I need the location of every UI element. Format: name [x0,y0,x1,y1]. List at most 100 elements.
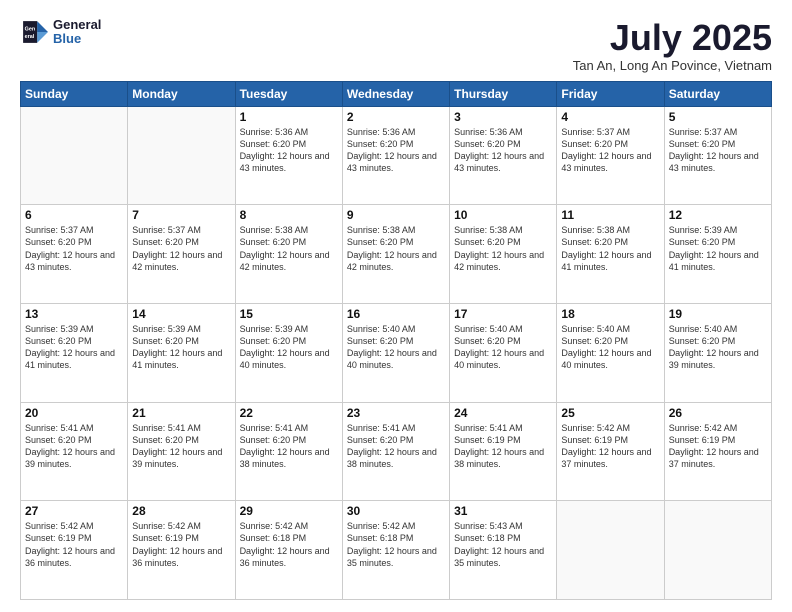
calendar-day-cell: 28 Sunrise: 5:42 AM Sunset: 6:19 PM Dayli… [128,501,235,600]
calendar-day-cell: 26 Sunrise: 5:42 AM Sunset: 6:19 PM Dayli… [664,402,771,501]
calendar-day-cell: 20Sunrise: 5:41 AM Sunset: 6:20 PM Dayli… [21,402,128,501]
day-number: 3 [454,110,552,124]
calendar-day-cell [664,501,771,600]
day-info: Sunrise: 5:39 AM Sunset: 6:20 PM Dayligh… [132,323,230,372]
calendar-day-header: Sunday [21,81,128,106]
day-info: Sunrise: 5:40 AM Sunset: 6:20 PM Dayligh… [454,323,552,372]
day-number: 1 [240,110,338,124]
day-number: 11 [561,208,659,222]
day-number: 25 [561,406,659,420]
calendar-body: 1 Sunrise: 5:36 AM Sunset: 6:20 PM Daylig… [21,106,772,599]
calendar-day-cell: 10Sunrise: 5:38 AM Sunset: 6:20 PM Dayli… [450,205,557,304]
calendar-day-cell: 7 Sunrise: 5:37 AM Sunset: 6:20 PM Daylig… [128,205,235,304]
calendar-day-cell: 31 Sunrise: 5:43 AM Sunset: 6:18 PM Dayli… [450,501,557,600]
day-number: 27 [25,504,123,518]
calendar-day-cell: 15 Sunrise: 5:39 AM Sunset: 6:20 PM Dayli… [235,303,342,402]
day-number: 20 [25,406,123,420]
logo-line2: Blue [53,32,101,46]
calendar-day-header: Wednesday [342,81,449,106]
day-info: Sunrise: 5:42 AM Sunset: 6:19 PM Dayligh… [25,520,123,569]
calendar-day-cell: 21Sunrise: 5:41 AM Sunset: 6:20 PM Dayli… [128,402,235,501]
day-info: Sunrise: 5:42 AM Sunset: 6:19 PM Dayligh… [669,422,767,471]
calendar-header: SundayMondayTuesdayWednesdayThursdayFrid… [21,81,772,106]
page: Gen eral General Blue July 2025 Tan An, … [0,0,792,612]
calendar-week-row: 6 Sunrise: 5:37 AM Sunset: 6:20 PM Daylig… [21,205,772,304]
day-info: Sunrise: 5:39 AM Sunset: 6:20 PM Dayligh… [25,323,123,372]
day-number: 19 [669,307,767,321]
calendar-day-cell: 12Sunrise: 5:39 AM Sunset: 6:20 PM Dayli… [664,205,771,304]
page-subtitle: Tan An, Long An Povince, Vietnam [573,58,772,73]
day-info: Sunrise: 5:41 AM Sunset: 6:20 PM Dayligh… [240,422,338,471]
calendar-day-cell: 14 Sunrise: 5:39 AM Sunset: 6:20 PM Dayli… [128,303,235,402]
calendar-day-cell: 30Sunrise: 5:42 AM Sunset: 6:18 PM Dayli… [342,501,449,600]
page-title: July 2025 [573,18,772,58]
calendar-day-cell: 8Sunrise: 5:38 AM Sunset: 6:20 PM Daylig… [235,205,342,304]
day-number: 23 [347,406,445,420]
day-number: 22 [240,406,338,420]
day-info: Sunrise: 5:43 AM Sunset: 6:18 PM Dayligh… [454,520,552,569]
svg-text:eral: eral [25,35,35,41]
day-info: Sunrise: 5:39 AM Sunset: 6:20 PM Dayligh… [240,323,338,372]
calendar-day-cell: 27 Sunrise: 5:42 AM Sunset: 6:19 PM Dayli… [21,501,128,600]
header: Gen eral General Blue July 2025 Tan An, … [20,18,772,73]
calendar-day-header: Monday [128,81,235,106]
day-info: Sunrise: 5:37 AM Sunset: 6:20 PM Dayligh… [132,224,230,273]
day-number: 31 [454,504,552,518]
calendar-day-cell: 18 Sunrise: 5:40 AM Sunset: 6:20 PM Dayli… [557,303,664,402]
day-number: 15 [240,307,338,321]
day-number: 24 [454,406,552,420]
calendar-week-row: 13Sunrise: 5:39 AM Sunset: 6:20 PM Dayli… [21,303,772,402]
day-number: 7 [132,208,230,222]
calendar-day-cell: 1Sunrise: 5:36 AM Sunset: 6:20 PM Daylig… [235,106,342,205]
calendar-day-cell: 29Sunrise: 5:42 AM Sunset: 6:18 PM Dayli… [235,501,342,600]
day-number: 18 [561,307,659,321]
day-number: 28 [132,504,230,518]
calendar-day-cell: 17 Sunrise: 5:40 AM Sunset: 6:20 PM Dayli… [450,303,557,402]
calendar-day-cell: 13Sunrise: 5:39 AM Sunset: 6:20 PM Dayli… [21,303,128,402]
day-info: Sunrise: 5:37 AM Sunset: 6:20 PM Dayligh… [561,126,659,175]
day-info: Sunrise: 5:38 AM Sunset: 6:20 PM Dayligh… [347,224,445,273]
day-info: Sunrise: 5:38 AM Sunset: 6:20 PM Dayligh… [240,224,338,273]
calendar-day-header: Saturday [664,81,771,106]
day-info: Sunrise: 5:40 AM Sunset: 6:20 PM Dayligh… [669,323,767,372]
day-info: Sunrise: 5:38 AM Sunset: 6:20 PM Dayligh… [454,224,552,273]
calendar-day-cell [557,501,664,600]
day-info: Sunrise: 5:40 AM Sunset: 6:20 PM Dayligh… [347,323,445,372]
day-number: 14 [132,307,230,321]
logo: Gen eral General Blue [20,18,101,47]
header-row: SundayMondayTuesdayWednesdayThursdayFrid… [21,81,772,106]
calendar-day-cell: 22 Sunrise: 5:41 AM Sunset: 6:20 PM Dayli… [235,402,342,501]
calendar-day-cell: 9Sunrise: 5:38 AM Sunset: 6:20 PM Daylig… [342,205,449,304]
day-info: Sunrise: 5:39 AM Sunset: 6:20 PM Dayligh… [669,224,767,273]
day-number: 26 [669,406,767,420]
svg-text:Gen: Gen [25,27,36,33]
day-number: 29 [240,504,338,518]
calendar-day-cell: 25 Sunrise: 5:42 AM Sunset: 6:19 PM Dayli… [557,402,664,501]
calendar-day-cell: 2 Sunrise: 5:36 AM Sunset: 6:20 PM Daylig… [342,106,449,205]
calendar-day-cell: 23 Sunrise: 5:41 AM Sunset: 6:20 PM Dayli… [342,402,449,501]
day-info: Sunrise: 5:41 AM Sunset: 6:20 PM Dayligh… [347,422,445,471]
calendar-day-cell: 6Sunrise: 5:37 AM Sunset: 6:20 PM Daylig… [21,205,128,304]
calendar-day-cell [21,106,128,205]
day-info: Sunrise: 5:42 AM Sunset: 6:19 PM Dayligh… [561,422,659,471]
day-info: Sunrise: 5:38 AM Sunset: 6:20 PM Dayligh… [561,224,659,273]
day-number: 30 [347,504,445,518]
day-info: Sunrise: 5:41 AM Sunset: 6:20 PM Dayligh… [132,422,230,471]
calendar-week-row: 27 Sunrise: 5:42 AM Sunset: 6:19 PM Dayli… [21,501,772,600]
logo-text: General Blue [53,18,101,47]
day-info: Sunrise: 5:41 AM Sunset: 6:19 PM Dayligh… [454,422,552,471]
calendar-table: SundayMondayTuesdayWednesdayThursdayFrid… [20,81,772,600]
calendar-day-header: Thursday [450,81,557,106]
calendar-day-header: Tuesday [235,81,342,106]
logo-icon: Gen eral [20,18,48,46]
day-info: Sunrise: 5:36 AM Sunset: 6:20 PM Dayligh… [454,126,552,175]
day-info: Sunrise: 5:42 AM Sunset: 6:19 PM Dayligh… [132,520,230,569]
day-number: 6 [25,208,123,222]
day-number: 17 [454,307,552,321]
day-info: Sunrise: 5:36 AM Sunset: 6:20 PM Dayligh… [347,126,445,175]
calendar-day-cell: 19 Sunrise: 5:40 AM Sunset: 6:20 PM Dayli… [664,303,771,402]
calendar-day-cell: 4Sunrise: 5:37 AM Sunset: 6:20 PM Daylig… [557,106,664,205]
day-number: 2 [347,110,445,124]
calendar-day-header: Friday [557,81,664,106]
day-info: Sunrise: 5:40 AM Sunset: 6:20 PM Dayligh… [561,323,659,372]
